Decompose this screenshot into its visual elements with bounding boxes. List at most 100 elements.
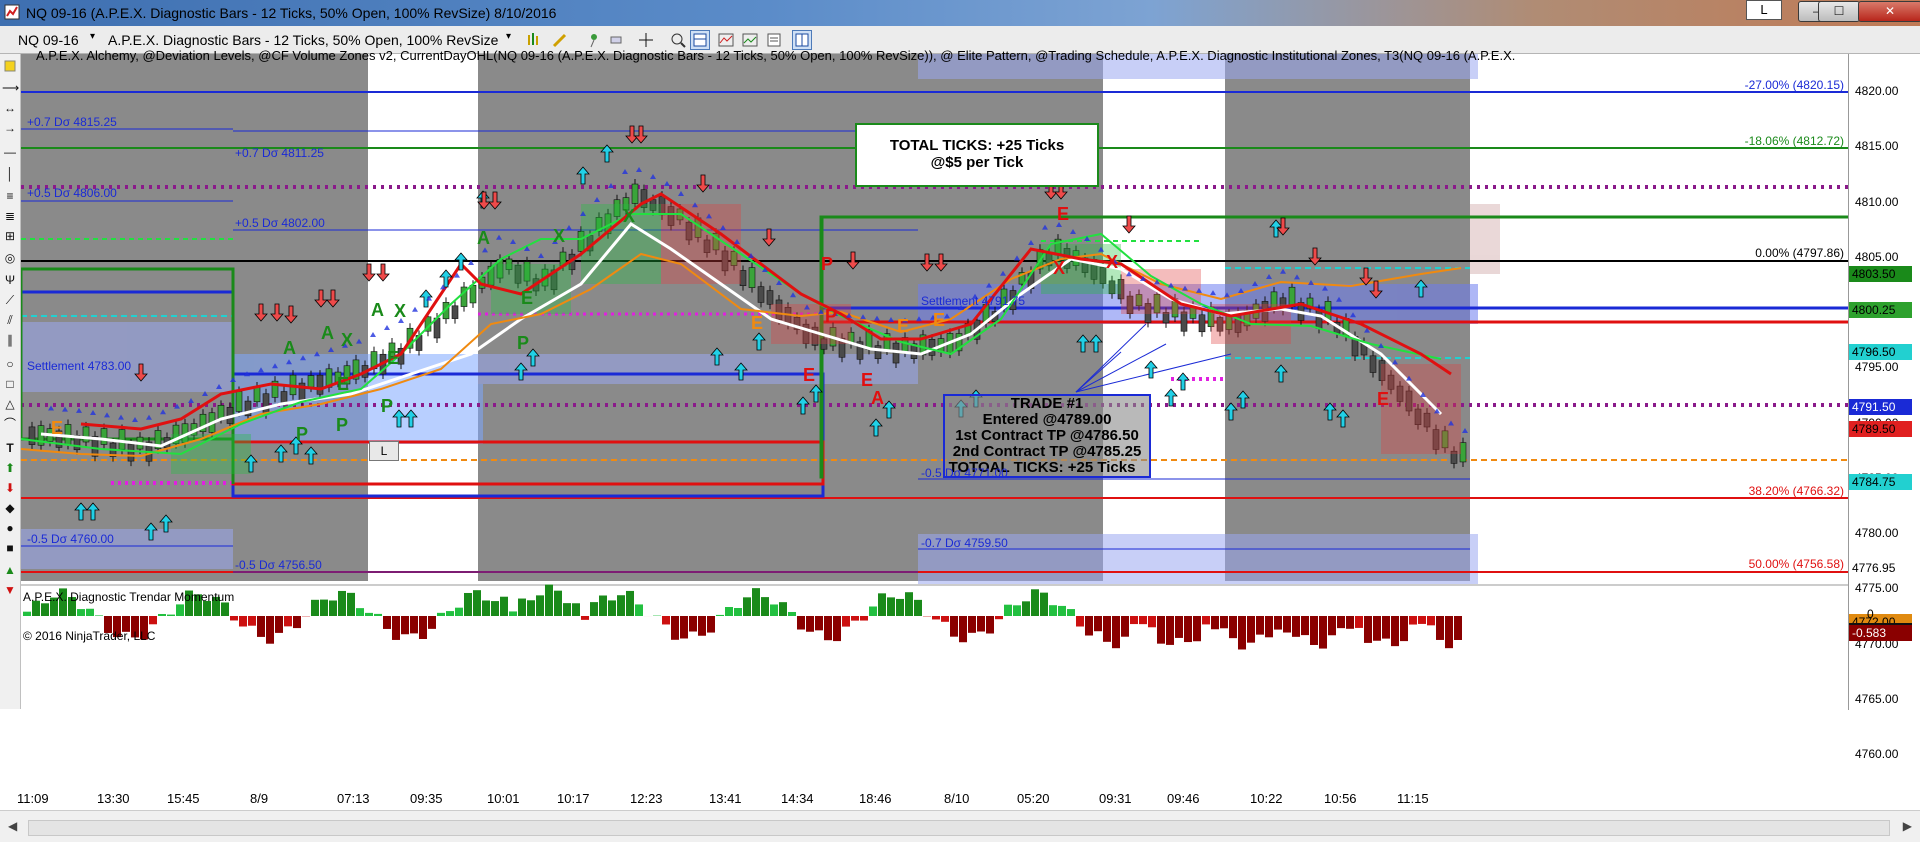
diamond-icon[interactable]: ◆ bbox=[2, 500, 18, 516]
momentum-bar bbox=[1202, 616, 1210, 624]
momentum-bar bbox=[1382, 616, 1390, 639]
momentum-bar bbox=[248, 616, 256, 626]
vertical-line-icon[interactable]: │ bbox=[2, 166, 18, 182]
pattern-letter: E bbox=[1057, 204, 1069, 224]
bar-body bbox=[263, 394, 269, 414]
link-button[interactable]: L bbox=[1746, 0, 1782, 20]
arc-icon[interactable]: ⌒ bbox=[2, 416, 18, 432]
bar-style-icon[interactable] bbox=[524, 30, 544, 50]
bar-body bbox=[254, 387, 260, 402]
price-axis[interactable]: 4820.004815.004810.004805.004800.004795.… bbox=[1848, 54, 1920, 710]
triangle-up-icon[interactable]: ▲ bbox=[2, 562, 18, 578]
level-label: -0.7 Dσ 4759.50 bbox=[921, 536, 1008, 550]
eraser-icon[interactable] bbox=[606, 30, 626, 50]
scroll-right-icon[interactable]: ▶ bbox=[1903, 819, 1912, 833]
trend-shade bbox=[1381, 364, 1461, 454]
properties-icon[interactable] bbox=[764, 30, 784, 50]
data-box-icon[interactable] bbox=[690, 30, 710, 50]
momentum-bar bbox=[1166, 616, 1174, 645]
time-tick: 10:22 bbox=[1250, 791, 1283, 806]
level-label: -0.5 Dσ 4771.00 bbox=[921, 466, 1008, 480]
indicators-icon[interactable] bbox=[716, 30, 736, 50]
momentum-bar bbox=[689, 616, 697, 632]
momentum-bar bbox=[815, 616, 823, 630]
strategies-icon[interactable] bbox=[740, 30, 760, 50]
momentum-bar bbox=[1265, 616, 1273, 637]
rectangle-icon[interactable]: □ bbox=[2, 376, 18, 392]
horizontal-line-icon[interactable]: — bbox=[2, 144, 18, 160]
fibonacci-retracement-icon[interactable]: ≡ bbox=[2, 188, 18, 204]
ellipse-icon[interactable]: ○ bbox=[2, 356, 18, 372]
momentum-bar bbox=[842, 616, 850, 627]
pencil-draw-icon[interactable] bbox=[550, 30, 570, 50]
horizontal-scrollbar[interactable]: ◀ ▶ bbox=[0, 810, 1920, 842]
momentum-bar bbox=[275, 616, 283, 633]
total-ticks-box: TOTAL TICKS: +25 Ticks @$5 per Tick bbox=[855, 123, 1099, 187]
price-marker-label: 4784.75 bbox=[1849, 474, 1912, 490]
momentum-bar bbox=[1373, 616, 1381, 641]
bar-type-dropdown-icon[interactable]: ▾ bbox=[506, 31, 511, 42]
pattern-letter: E bbox=[861, 370, 873, 390]
square-icon[interactable]: ■ bbox=[2, 540, 18, 556]
zoom-icon[interactable] bbox=[668, 30, 688, 50]
pointer-icon[interactable] bbox=[2, 58, 18, 74]
price-tick: 4805.00 bbox=[1855, 250, 1898, 264]
price-marker-label: 4803.50 bbox=[1849, 266, 1912, 282]
scrollbar-thumb[interactable] bbox=[28, 820, 1890, 836]
bar-body bbox=[1181, 312, 1187, 331]
level-label: -0.5 Dσ 4760.00 bbox=[27, 532, 114, 546]
triangle-icon[interactable]: △ bbox=[2, 396, 18, 412]
momentum-bar bbox=[401, 616, 409, 634]
momentum-bar bbox=[590, 602, 598, 616]
momentum-bar bbox=[464, 593, 472, 616]
momentum-bar bbox=[554, 591, 562, 616]
momentum-bar bbox=[941, 616, 949, 622]
momentum-bar bbox=[1247, 616, 1255, 643]
order-tag[interactable]: L bbox=[369, 441, 399, 461]
scroll-left-icon[interactable]: ◀ bbox=[8, 819, 17, 833]
momentum-bar bbox=[338, 591, 346, 616]
momentum-bar bbox=[176, 604, 184, 616]
fibonacci-time-icon[interactable]: ⊞ bbox=[2, 228, 18, 244]
regression-channel-icon[interactable]: ⫽ bbox=[2, 312, 18, 328]
momentum-bar bbox=[1355, 616, 1363, 628]
extended-line-icon[interactable]: ↔ bbox=[2, 100, 18, 116]
pin-icon[interactable] bbox=[584, 30, 604, 50]
momentum-bar bbox=[1211, 616, 1219, 629]
text-icon[interactable]: T bbox=[2, 440, 18, 456]
momentum-bar bbox=[761, 597, 769, 616]
arrow-up-icon[interactable]: ⬆ bbox=[2, 460, 18, 476]
arrow-down-icon[interactable]: ⬇ bbox=[2, 480, 18, 496]
price-chart-panel[interactable]: EAAXAXEEPPPEAXXPEPEEAXEEEPEX A.P.E.X. Al… bbox=[21, 54, 1848, 710]
chart-trader-icon[interactable] bbox=[792, 30, 812, 50]
instrument-selector[interactable]: NQ 09-16 bbox=[18, 32, 79, 48]
fibonacci-extension-icon[interactable]: ≣ bbox=[2, 208, 18, 224]
momentum-panel-bg bbox=[21, 586, 1848, 710]
total-ticks-line2: @$5 per Tick bbox=[857, 154, 1097, 171]
momentum-bar bbox=[599, 596, 607, 616]
close-button[interactable]: ✕ bbox=[1858, 1, 1920, 22]
momentum-bar bbox=[581, 616, 589, 620]
time-tick: 09:35 bbox=[410, 791, 443, 806]
triangle-down-icon[interactable]: ▼ bbox=[2, 582, 18, 598]
crosshair-icon[interactable] bbox=[636, 30, 656, 50]
bar-type-selector[interactable]: A.P.E.X. Diagnostic Bars - 12 Ticks, 50%… bbox=[108, 32, 498, 48]
arrow-line-icon[interactable]: → bbox=[2, 120, 18, 136]
time-tick: 10:01 bbox=[487, 791, 520, 806]
pattern-letter: A bbox=[283, 338, 296, 358]
momentum-bar bbox=[788, 612, 796, 616]
level-label: Settlement 4791.75 bbox=[921, 294, 1025, 308]
momentum-bar bbox=[860, 616, 868, 621]
ray-icon[interactable]: ⟶ bbox=[2, 80, 18, 96]
parallel-lines-icon[interactable]: ∥ bbox=[2, 332, 18, 348]
fibonacci-circle-icon[interactable]: ◎ bbox=[2, 250, 18, 266]
momentum-bar bbox=[1454, 616, 1462, 640]
andrews-pitchfork-icon[interactable]: Ψ bbox=[2, 272, 18, 288]
momentum-value-label: -0.583 bbox=[1849, 625, 1912, 641]
momentum-bar bbox=[1391, 616, 1399, 646]
momentum-bar bbox=[410, 616, 418, 633]
dot-icon[interactable]: ● bbox=[2, 520, 18, 536]
gann-fan-icon[interactable]: ⟋ bbox=[2, 292, 18, 308]
maximize-button[interactable]: ☐ bbox=[1818, 1, 1860, 22]
instrument-dropdown-icon[interactable]: ▾ bbox=[90, 31, 95, 42]
